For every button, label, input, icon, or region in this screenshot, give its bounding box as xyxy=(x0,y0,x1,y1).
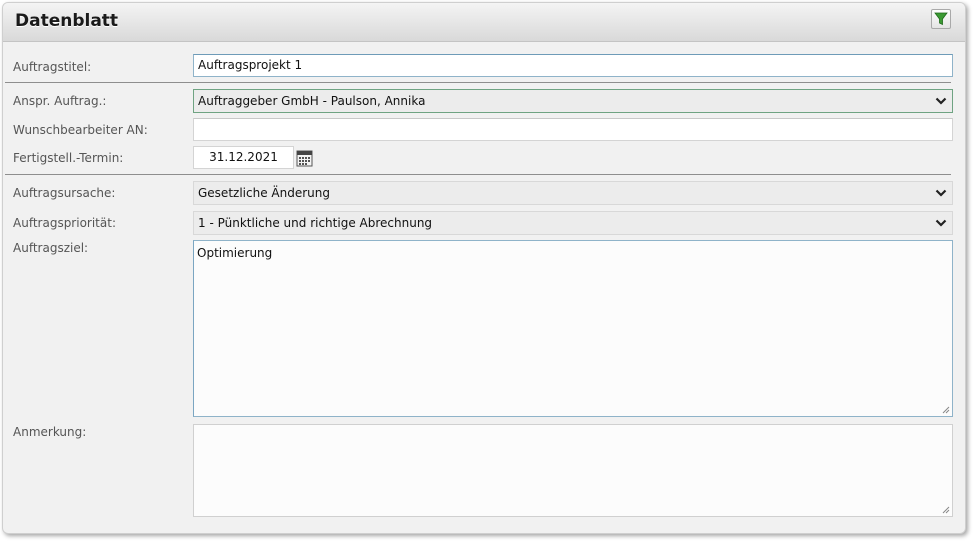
auftragsziel-value: Optimierung xyxy=(197,246,273,260)
section-divider xyxy=(5,82,951,83)
chevron-down-icon[interactable] xyxy=(930,182,952,204)
fertigstell-termin-label: Fertigstell.-Termin: xyxy=(13,151,124,165)
auftragsziel-textarea[interactable]: Optimierung xyxy=(193,240,953,417)
section-divider xyxy=(5,174,951,175)
datenblatt-panel: Datenblatt Auftragstitel: Auftragsprojek… xyxy=(2,2,966,534)
calendar-icon[interactable] xyxy=(296,149,313,167)
fertigstell-termin-input[interactable]: 31.12.2021 xyxy=(193,146,294,169)
anspr-auftrag-select[interactable]: Auftraggeber GmbH - Paulson, Annika xyxy=(193,89,953,113)
chevron-down-icon[interactable] xyxy=(930,212,952,234)
auftragsprioritaet-value: 1 - Pünktliche und richtige Abrechnung xyxy=(198,216,433,230)
anmerkung-textarea[interactable] xyxy=(193,424,953,517)
auftragsprioritaet-label: Auftragspriorität: xyxy=(13,216,116,230)
auftragsprioritaet-select[interactable]: 1 - Pünktliche und richtige Abrechnung xyxy=(193,211,953,235)
panel-title: Datenblatt xyxy=(15,11,119,31)
anspr-auftrag-value: Auftraggeber GmbH - Paulson, Annika xyxy=(198,94,426,108)
panel-header: Datenblatt xyxy=(3,3,965,42)
wunschbearbeiter-label: Wunschbearbeiter AN: xyxy=(13,123,148,137)
auftragstitel-label: Auftragstitel: xyxy=(13,60,92,74)
wunschbearbeiter-input[interactable] xyxy=(193,118,953,141)
anspr-auftrag-label: Anspr. Auftrag.: xyxy=(13,94,107,108)
auftragsziel-label: Auftragsziel: xyxy=(13,241,89,255)
filter-icon xyxy=(934,12,948,26)
filter-button[interactable] xyxy=(931,9,951,29)
resize-handle-icon[interactable] xyxy=(942,506,950,514)
anmerkung-label: Anmerkung: xyxy=(13,425,87,439)
auftragsursache-value: Gesetzliche Änderung xyxy=(198,186,330,200)
auftragsursache-select[interactable]: Gesetzliche Änderung xyxy=(193,181,953,205)
auftragstitel-input[interactable]: Auftragsprojekt 1 xyxy=(193,54,953,77)
chevron-down-icon[interactable] xyxy=(930,90,952,112)
resize-handle-icon[interactable] xyxy=(942,406,950,414)
auftragsursache-label: Auftragsursache: xyxy=(13,186,116,200)
